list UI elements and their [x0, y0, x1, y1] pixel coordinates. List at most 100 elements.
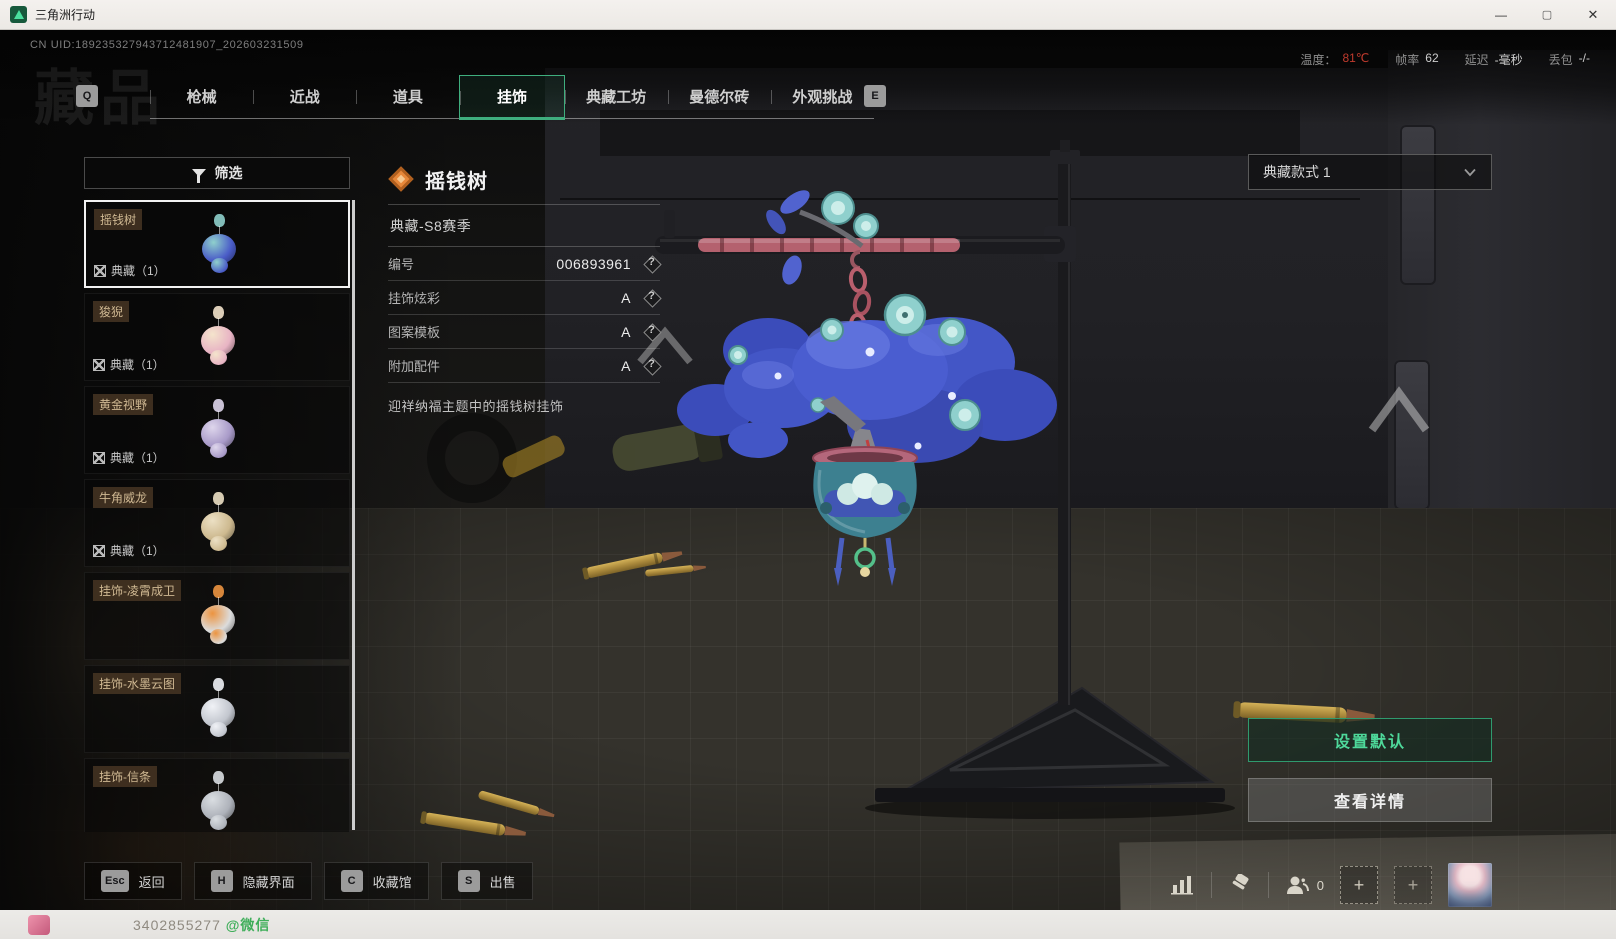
- temperature-label: 温度：: [1300, 53, 1337, 67]
- filter-label: 筛选: [214, 165, 243, 181]
- triangle-glyph: [13, 10, 24, 19]
- footer-logo-icon: [28, 914, 50, 935]
- latency-stat: 延迟 -毫秒: [1465, 51, 1523, 68]
- temperature-stat: 温度： 81℃: [1300, 51, 1369, 68]
- category-tab[interactable]: 道具: [356, 75, 459, 118]
- style-dropdown-value: 典藏款式 1: [1263, 164, 1331, 180]
- item-card[interactable]: 狻猊 典藏（1）: [84, 293, 350, 381]
- item-name-badge: 牛角威龙: [93, 487, 154, 508]
- key-badge: S: [457, 870, 480, 892]
- prev-tab-key-badge[interactable]: Q: [76, 85, 98, 107]
- spectator-count: 0: [1316, 877, 1324, 893]
- help-icon[interactable]: ?: [643, 289, 660, 306]
- minimize-button[interactable]: —: [1478, 0, 1524, 30]
- add-slot-button[interactable]: +: [1394, 866, 1432, 904]
- window-title: 三角洲行动: [35, 8, 96, 22]
- close-button[interactable]: ✕: [1570, 0, 1616, 30]
- collection-count-label: 典藏（1）: [110, 544, 165, 558]
- item-thumbnail: [190, 585, 246, 647]
- funnel-icon: [191, 169, 206, 183]
- collection-count-label: 典藏（1）: [110, 358, 165, 372]
- help-icon[interactable]: ?: [643, 255, 660, 272]
- filter-button[interactable]: 筛选: [84, 157, 350, 189]
- collection-gem-icon: [388, 166, 414, 192]
- tape-roll: [427, 413, 517, 503]
- divider: [1210, 872, 1212, 898]
- collection-icon: [93, 358, 105, 371]
- attribute-label: 附加配件: [388, 359, 441, 374]
- pot: [812, 446, 918, 586]
- thumbnail-pendant: [210, 443, 227, 458]
- attribute-row: 图案模板 A ?: [388, 315, 660, 349]
- item-card[interactable]: 摇钱树 典藏（1）: [84, 200, 350, 288]
- shortcut-button[interactable]: Esc 返回: [84, 862, 182, 900]
- collection-count: 典藏（1）: [93, 356, 165, 373]
- shortcut-label: 隐藏界面: [242, 874, 295, 890]
- item-card[interactable]: 挂饰-水墨云图: [84, 665, 350, 753]
- attribute-value: A: [621, 323, 631, 340]
- item-card[interactable]: 挂饰-信条: [84, 758, 350, 832]
- spectators-icon[interactable]: 0: [1285, 875, 1324, 895]
- category-tab[interactable]: 外观挑战: [770, 75, 874, 118]
- item-thumbnail: [190, 492, 246, 554]
- category-tab[interactable]: 曼德尔砖: [667, 75, 771, 118]
- collection-count: 典藏（1）: [93, 449, 165, 466]
- auction-icon[interactable]: [1228, 874, 1252, 896]
- chevron-down-icon: [1464, 168, 1476, 177]
- item-details-panel: 摇钱树 典藏-S8赛季 编号 006893961 ? 挂饰炫彩 A ? 图案模板…: [388, 160, 660, 415]
- category-tab[interactable]: 近战: [253, 75, 356, 118]
- item-card[interactable]: 黄金视野 典藏（1）: [84, 386, 350, 474]
- list-scrollbar-thumb[interactable]: [352, 200, 355, 830]
- attribute-label: 图案模板: [388, 325, 441, 340]
- season-label: 典藏-S8赛季: [390, 218, 472, 234]
- app-window: 三角洲行动 — ▢ ✕ CN UID:189235327943712481907…: [0, 0, 1616, 939]
- item-thumbnail: [190, 399, 246, 461]
- divider: [1267, 872, 1269, 898]
- shortcut-button[interactable]: C 收藏馆: [323, 862, 429, 900]
- footer-watermark-suffix: @微信: [225, 916, 271, 933]
- category-tabs: 枪械 近战 道具 挂饰 典藏工坊 曼德尔砖 外观挑战: [150, 75, 874, 120]
- shortcut-button[interactable]: S 出售: [440, 862, 533, 900]
- list-scrollbar[interactable]: [352, 200, 355, 830]
- collection-count-label: 典藏（1）: [111, 264, 166, 278]
- attribute-row: 附加配件 A ?: [388, 349, 660, 383]
- key-badge: Esc: [101, 870, 129, 892]
- shortcut-label: 返回: [138, 874, 165, 890]
- item-thumbnail: [191, 214, 247, 276]
- next-tab-key-badge[interactable]: E: [864, 85, 886, 107]
- bullet: [420, 811, 527, 836]
- item-card[interactable]: 挂饰-凌霄成卫: [84, 572, 350, 660]
- shortcut-label: 出售: [489, 874, 516, 890]
- item-title: 摇钱树: [425, 170, 488, 193]
- tab-label: 枪械: [186, 89, 217, 106]
- key-badge: C: [340, 870, 363, 892]
- help-icon[interactable]: ?: [643, 323, 660, 340]
- maximize-button[interactable]: ▢: [1524, 0, 1570, 30]
- category-tab[interactable]: 挂饰: [459, 75, 565, 120]
- view-details-button[interactable]: 查看详情: [1248, 778, 1492, 822]
- attribute-label: 挂饰炫彩: [388, 291, 441, 306]
- footer-strip: 3402855277 @微信: [0, 910, 1616, 939]
- temperature-value: 81℃: [1342, 51, 1370, 65]
- thumbnail-pendant: [210, 536, 227, 551]
- item-name-badge: 挂饰-凌霄成卫: [93, 580, 181, 601]
- fps-value: 62: [1425, 51, 1439, 65]
- style-dropdown[interactable]: 典藏款式 1: [1248, 154, 1492, 190]
- latency-label: 延迟: [1464, 53, 1489, 67]
- social-bar: 0 + +: [1170, 860, 1492, 910]
- category-tab[interactable]: 枪械: [150, 75, 253, 118]
- thumbnail-pendant: [210, 722, 227, 737]
- packet-loss-value: -/-: [1578, 51, 1590, 65]
- item-name-badge: 挂饰-水墨云图: [93, 673, 181, 694]
- tab-label: 典藏工坊: [586, 89, 647, 106]
- add-slot-button[interactable]: +: [1340, 866, 1378, 904]
- shortcut-button[interactable]: H 隐藏界面: [193, 862, 312, 900]
- item-card[interactable]: 牛角威龙 典藏（1）: [84, 479, 350, 567]
- category-tab[interactable]: 典藏工坊: [564, 75, 668, 118]
- game-viewport: CN UID:189235327943712481907_20260323150…: [0, 30, 1616, 910]
- player-avatar[interactable]: [1448, 863, 1492, 907]
- collection-icon: [93, 544, 105, 557]
- help-icon[interactable]: ?: [643, 357, 660, 374]
- stats-icon[interactable]: [1170, 875, 1195, 895]
- set-default-button[interactable]: 设置默认: [1248, 718, 1492, 762]
